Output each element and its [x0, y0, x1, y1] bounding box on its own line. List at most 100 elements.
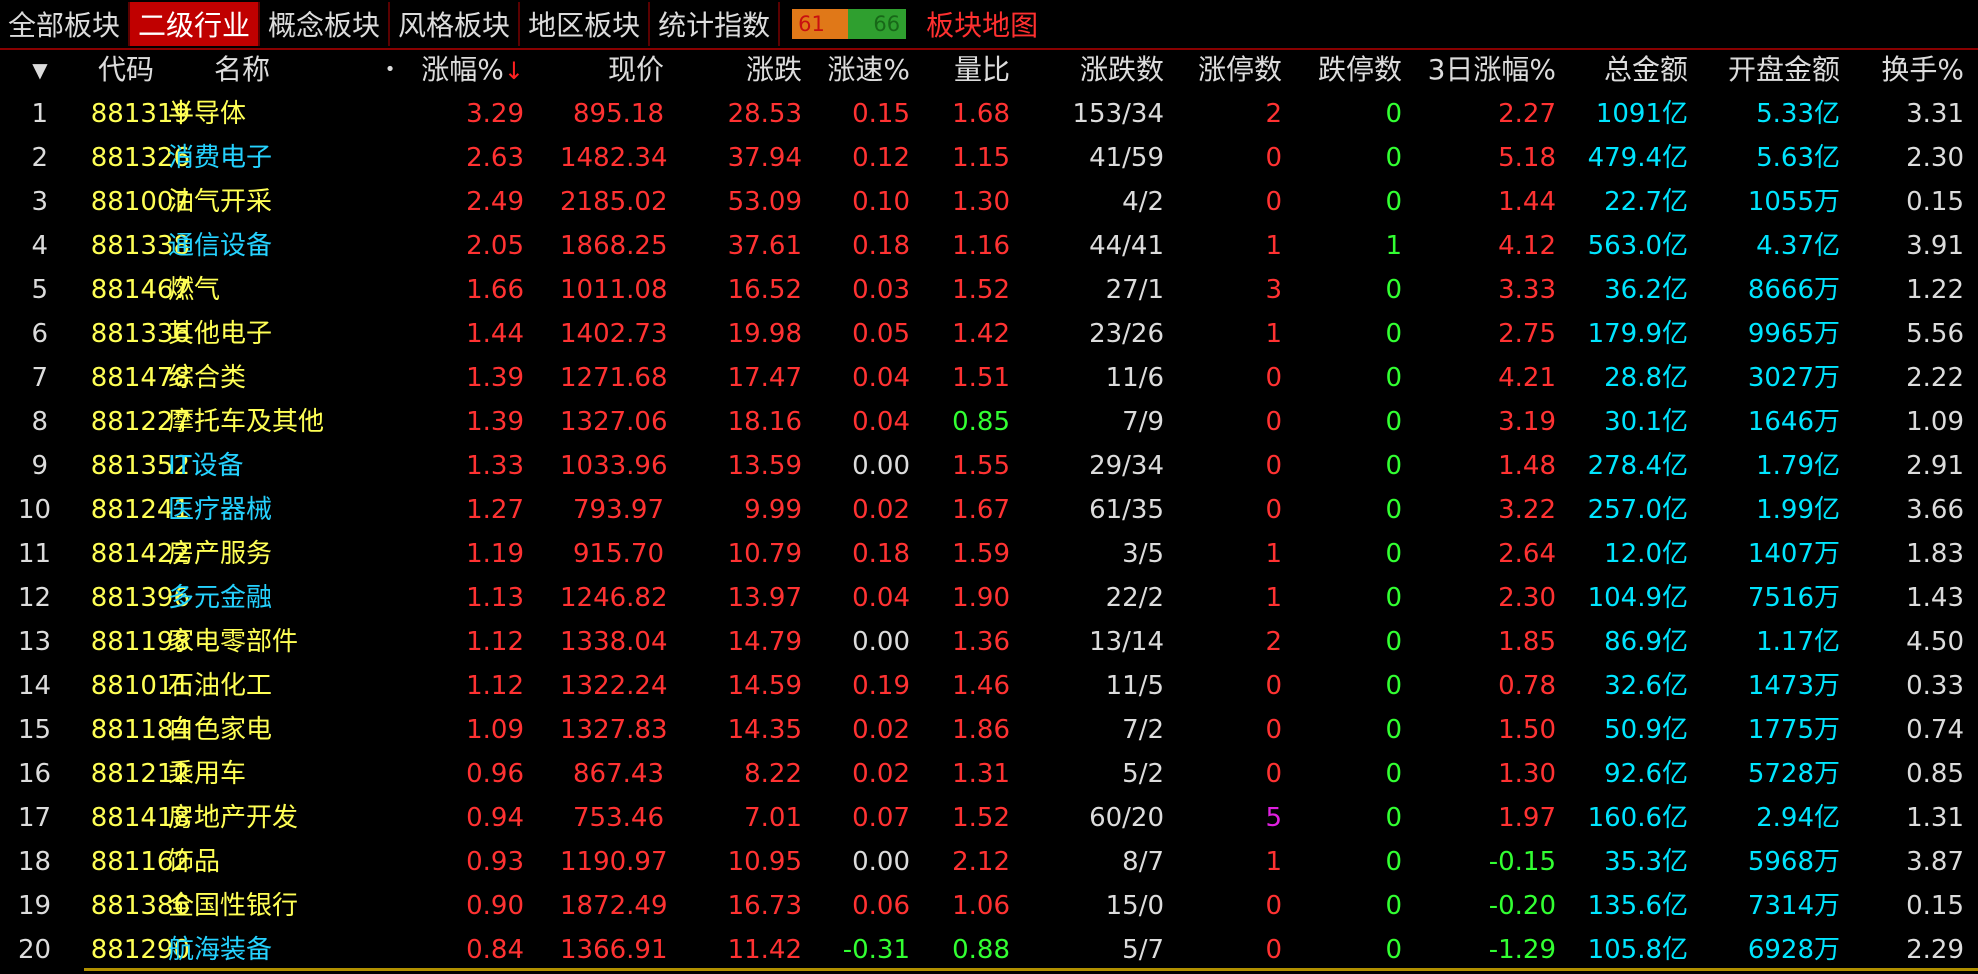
table-row[interactable]: 17 881418 房地产开发 0.94 753.46 7.01 0.07 1.52 60/20… — [0, 796, 1978, 840]
updown-count: 11/6 — [1105, 363, 1164, 393]
table-row[interactable]: 9 881352 IT设备 1.33 1033.96 13.59 0.00 1.55 29/34… — [0, 444, 1978, 488]
col-header-change[interactable]: 涨跌 — [700, 48, 802, 92]
table-header: ▼ 代码 名称 • 涨幅%↓ 现价 涨跌 涨速% 量比 涨跌数 涨停数 跌停数 … — [0, 48, 1978, 92]
updown-count: 7/9 — [1122, 407, 1164, 437]
col-header-vol-ratio[interactable]: 量比 — [920, 48, 1010, 92]
col-header-speed[interactable]: 涨速% — [806, 48, 910, 92]
vol-ratio: 1.15 — [952, 143, 1010, 173]
turnover: 3.87 — [1906, 847, 1964, 877]
row-index: 15 — [18, 715, 52, 745]
col-header-dot: • — [384, 59, 396, 80]
price: 1402.73 — [560, 319, 668, 349]
table-row[interactable]: 7 881478 综合类 1.39 1271.68 17.47 0.04 1.51 11/6 0 0… — [0, 356, 1978, 400]
open-amount: 1646万 — [1747, 407, 1840, 437]
tab-0[interactable]: 全部板块 — [0, 2, 131, 46]
sector-name: IT设备 — [168, 451, 244, 481]
col-header-amount[interactable]: 总金额 — [1560, 48, 1688, 92]
price: 1271.68 — [560, 363, 668, 393]
speed: 0.00 — [852, 627, 910, 657]
col-header-code[interactable]: 代码 — [98, 48, 188, 92]
tab-3[interactable]: 风格板块 — [390, 2, 521, 46]
table-row[interactable]: 20 881290 航海装备 0.84 1366.91 11.42 -0.31 0.88 5/7… — [0, 928, 1978, 972]
sector-map-link[interactable]: 板块地图 — [926, 4, 1038, 44]
open-amount: 9965万 — [1747, 319, 1840, 349]
col-header-turnover[interactable]: 换手% — [1850, 48, 1964, 92]
col-header-limit-down[interactable]: 跌停数 — [1282, 48, 1402, 92]
table-row[interactable]: 1 881319 半导体 3.29 895.18 28.53 0.15 1.68 153/34 2… — [0, 92, 1978, 136]
sector-name: 房地产开发 — [168, 803, 299, 833]
table-row[interactable]: 8 881227 摩托车及其他 1.39 1327.06 18.16 0.04 0.85 7/9… — [0, 400, 1978, 444]
change-3d: 4.12 — [1498, 231, 1556, 261]
table-row[interactable]: 3 881007 油气开采 2.49 2185.02 53.09 0.10 1.30 4/2 0 0… — [0, 180, 1978, 224]
turnover: 3.91 — [1906, 231, 1964, 261]
table-row[interactable]: 2 881326 消费电子 2.63 1482.34 37.94 0.12 1.15 41/59… — [0, 136, 1978, 180]
change-pct: 2.05 — [466, 231, 524, 261]
change-3d: 3.22 — [1498, 495, 1556, 525]
col-header-price[interactable]: 现价 — [560, 48, 664, 92]
limit-up-count: 0 — [1265, 671, 1282, 701]
updown-count: 5/7 — [1122, 935, 1164, 965]
speed: 0.18 — [852, 231, 910, 261]
table-row[interactable]: 13 881198 家电零部件 1.12 1338.04 14.79 0.00 1.36 13/… — [0, 620, 1978, 664]
open-amount: 1407万 — [1747, 539, 1840, 569]
sector-name: 家电零部件 — [168, 627, 299, 657]
table-row[interactable]: 14 881011 石油化工 1.12 1322.24 14.59 0.19 1.46 11/5… — [0, 664, 1978, 708]
col-header-name[interactable]: 名称 — [214, 48, 324, 92]
change-3d: 2.27 — [1498, 99, 1556, 129]
speed: 0.07 — [852, 803, 910, 833]
total-amount: 104.9亿 — [1587, 583, 1688, 613]
row-index: 1 — [31, 99, 48, 129]
col-header-limit-up[interactable]: 涨停数 — [1162, 48, 1282, 92]
row-index: 2 — [31, 143, 48, 173]
turnover: 3.66 — [1906, 495, 1964, 525]
change-3d: 3.19 — [1498, 407, 1556, 437]
col-header-open-amount[interactable]: 开盘金额 — [1700, 48, 1840, 92]
col-header-updown[interactable]: 涨跌数 — [1040, 48, 1164, 92]
sector-name: 油气开采 — [168, 187, 273, 217]
change-pct: 1.33 — [466, 451, 524, 481]
tab-2[interactable]: 概念板块 — [260, 2, 391, 46]
table-row[interactable]: 12 881396 多元金融 1.13 1246.82 13.97 0.04 1.90 22/2… — [0, 576, 1978, 620]
turnover: 0.15 — [1906, 891, 1964, 921]
vol-ratio: 1.52 — [952, 275, 1010, 305]
table-row[interactable]: 5 881467 燃气 1.66 1011.08 16.52 0.03 1.52 27/1 3 0 3… — [0, 268, 1978, 312]
table-row[interactable]: 11 881422 房产服务 1.19 915.70 10.79 0.18 1.59 3/5 1 0… — [0, 532, 1978, 576]
table-row[interactable]: 16 881212 乘用车 0.96 867.43 8.22 0.02 1.31 5/2 0 0 1.… — [0, 752, 1978, 796]
tab-4[interactable]: 地区板块 — [520, 2, 651, 46]
sector-name: 通信设备 — [168, 231, 273, 261]
change: 17.47 — [727, 363, 802, 393]
turnover: 1.43 — [1906, 583, 1964, 613]
vol-ratio: 1.16 — [952, 231, 1010, 261]
total-amount: 92.6亿 — [1604, 759, 1688, 789]
advance-decline-bar: 61 66 — [792, 9, 907, 39]
price: 1011.08 — [560, 275, 668, 305]
total-amount: 22.7亿 — [1604, 187, 1688, 217]
table-row[interactable]: 15 881184 白色家电 1.09 1327.83 14.35 0.02 1.86 7/2 0… — [0, 708, 1978, 752]
total-amount: 179.9亿 — [1587, 319, 1688, 349]
vol-ratio: 1.30 — [952, 187, 1010, 217]
speed: 0.05 — [852, 319, 910, 349]
change: 13.59 — [727, 451, 802, 481]
tab-5[interactable]: 统计指数 — [650, 2, 781, 46]
change: 53.09 — [727, 187, 802, 217]
open-amount: 1.17亿 — [1756, 627, 1840, 657]
table-row[interactable]: 6 881336 其他电子 1.44 1402.73 19.98 0.05 1.42 23/26… — [0, 312, 1978, 356]
column-menu-icon[interactable]: ▼ — [18, 48, 62, 92]
open-amount: 3027万 — [1747, 363, 1840, 393]
tab-1[interactable]: 二级行业 — [130, 2, 261, 46]
row-index: 16 — [18, 759, 52, 789]
total-amount: 278.4亿 — [1587, 451, 1688, 481]
table-row[interactable]: 19 881386 全国性银行 0.90 1872.49 16.73 0.06 1.06 15/… — [0, 884, 1978, 928]
table-row[interactable]: 18 881162 饰品 0.93 1190.97 10.95 0.00 2.12 8/7 1 0-… — [0, 840, 1978, 884]
limit-down-count: 0 — [1385, 759, 1402, 789]
change: 16.73 — [727, 891, 802, 921]
change-pct: 1.12 — [466, 671, 524, 701]
col-header-3d-change[interactable]: 3日涨幅% — [1402, 48, 1556, 92]
updown-count: 60/20 — [1089, 803, 1164, 833]
table-row[interactable]: 10 881241 医疗器械 1.27 793.97 9.99 0.02 1.67 61/35 0… — [0, 488, 1978, 532]
table-row[interactable]: 4 881338 通信设备 2.05 1868.25 37.61 0.18 1.16 44/41… — [0, 224, 1978, 268]
col-header-change-pct[interactable]: 涨幅%↓ — [400, 48, 524, 92]
turnover: 2.30 — [1906, 143, 1964, 173]
change-pct: 1.39 — [466, 363, 524, 393]
turnover: 1.22 — [1906, 275, 1964, 305]
